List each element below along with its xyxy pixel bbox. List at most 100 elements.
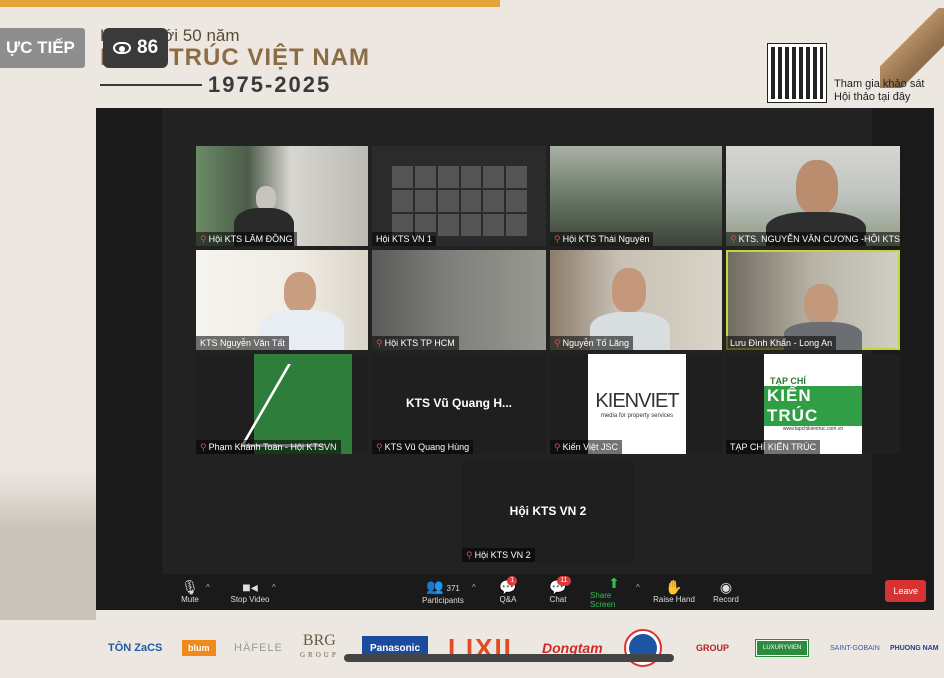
chat-badge: 11	[557, 576, 571, 586]
eye-icon	[113, 42, 131, 54]
leave-button[interactable]: Leave	[885, 580, 926, 602]
kienviet-logo-text: KIENVIET	[595, 389, 679, 412]
stop-video-label: Stop Video	[230, 595, 270, 604]
stop-video-button[interactable]: ■◂ Stop Video	[228, 574, 272, 610]
share-options-caret[interactable]: ^	[636, 583, 640, 592]
sponsor-strip: TÔN ZaCS blum HÄFELE BRG GROUP Panasonic …	[96, 618, 944, 678]
mic-off-icon: ⚲	[554, 234, 561, 244]
participant-name: Hội KTS LÂM ĐỒNG	[208, 234, 293, 244]
record-icon: ◉	[719, 579, 733, 595]
participant-placeholder: Hội KTS VN 2	[509, 504, 587, 518]
live-badge: ỰC TIẾP	[0, 28, 85, 68]
mic-off-icon: ⚲	[554, 338, 561, 348]
sponsor-ton-zacs: TÔN ZaCS	[108, 642, 163, 654]
participant-name: KTS. NGUYỄN VĂN CƯƠNG -HỘI KTS TN	[738, 234, 900, 244]
city-silhouette	[0, 470, 96, 620]
gallery-view: ⚲ Hội KTS LÂM ĐỒNG Hội KTS VN 1 ⚲ Hội KTS …	[162, 108, 900, 610]
mute-label: Mute	[181, 595, 199, 604]
video-tile-active-speaker[interactable]: Lưu Đình Khẩn - Long An	[726, 250, 900, 350]
tapchi-logo-top: TẠP CHÍ	[770, 376, 806, 386]
qa-button[interactable]: 💬 1 Q&A	[496, 574, 520, 610]
video-tile[interactable]: ⚲ Phạm Khánh Toàn - Hội KTSVN	[196, 354, 368, 454]
video-tile[interactable]: Hội KTS VN 2 ⚲ Hội KTS VN 2	[462, 462, 634, 562]
record-label: Record	[713, 595, 739, 604]
title-rule	[100, 84, 202, 86]
mute-options-caret[interactable]: ^	[206, 583, 210, 592]
mic-off-icon: ⚲	[376, 338, 383, 348]
raise-hand-label: Raise Hand	[653, 595, 695, 604]
video-tile[interactable]: TẠP CHÍ KIẾN TRÚC www.tapchikientruc.com…	[726, 354, 900, 454]
mic-off-icon: ⚲	[200, 442, 207, 452]
sponsor-phuong-nam: PHUONG NAM	[890, 644, 939, 652]
participants-icon: 👥 371	[426, 578, 460, 594]
hoi-kts-logo	[254, 354, 352, 454]
sponsor-luxury: LUXURYVIEN	[754, 639, 810, 657]
tapchi-logo-main: KIẾN TRÚC	[764, 386, 862, 426]
sponsor-brg: BRG GROUP	[300, 632, 339, 662]
chat-icon: 💬 11	[549, 576, 571, 595]
video-tile[interactable]: ⚲ Hội KTS Thái Nguyên	[550, 146, 722, 246]
video-tile[interactable]: Hội KTS VN 1	[372, 146, 546, 246]
video-tile[interactable]: ⚲ Hội KTS LÂM ĐỒNG	[196, 146, 368, 246]
participant-name: Nguyễn Tố Lăng	[562, 338, 629, 348]
participants-button[interactable]: 👥 371 Participants	[418, 574, 468, 610]
survey-line2: Hội thảo tại đây	[834, 91, 911, 103]
video-tile[interactable]: KIENVIET media for property services ⚲ Ki…	[550, 354, 722, 454]
mic-off-icon: ⚲	[730, 234, 737, 244]
video-tile[interactable]: ⚲ KTS. NGUYỄN VĂN CƯƠNG -HỘI KTS TN	[726, 146, 900, 246]
participant-name: Kiến Việt JSC	[562, 442, 618, 452]
sponsor-brg-name: BRG	[302, 632, 336, 649]
participants-options-caret[interactable]: ^	[472, 583, 476, 592]
share-screen-label: Share Screen	[590, 590, 616, 609]
raise-hand-button[interactable]: ✋ Raise Hand	[652, 574, 696, 610]
qa-badge: 1	[507, 576, 518, 586]
chat-button[interactable]: 💬 11 Chat	[546, 574, 571, 610]
sponsor-vin-group: GROUP	[696, 643, 730, 653]
share-screen-button[interactable]: ⬆ Share Screen	[590, 574, 638, 610]
meeting-window: ⚲ Hội KTS LÂM ĐỒNG Hội KTS VN 1 ⚲ Hội KTS …	[96, 108, 934, 610]
participant-name: Hội KTS VN 1	[376, 234, 433, 244]
tapchi-logo-url: www.tapchikientruc.com.vn	[782, 426, 844, 432]
mic-off-icon: ⚲	[554, 442, 561, 452]
participant-name: Hội KTS TP HCM	[384, 338, 455, 348]
survey-line1: Tham gia khảo sát	[834, 78, 925, 90]
event-years: 1975-2025	[208, 72, 332, 97]
video-tile[interactable]: KTS Nguyễn Văn Tất	[196, 250, 368, 350]
microphone-icon: 🎙	[181, 579, 199, 595]
video-camera-icon: ■◂	[242, 579, 258, 595]
participant-name: TẠP CHÍ KIẾN TRÚC	[730, 442, 817, 452]
qa-label: Q&A	[499, 595, 517, 604]
participant-name: KTS Vũ Quang Hùng	[384, 442, 470, 452]
chat-label: Chat	[549, 595, 567, 604]
sponsor-blum: blum	[182, 640, 216, 656]
video-tile[interactable]: KTS Vũ Quang H... ⚲ KTS Vũ Quang Hùng	[372, 354, 546, 454]
home-indicator[interactable]	[344, 654, 674, 662]
mute-button[interactable]: 🎙 Mute	[178, 574, 202, 610]
top-accent-bar	[0, 0, 500, 7]
viewer-count: 86	[137, 37, 159, 58]
sponsor-saint-gobain: SAINT-GOBAIN	[830, 644, 880, 652]
mic-off-icon: ⚲	[376, 442, 383, 452]
qr-code[interactable]	[767, 43, 827, 103]
participant-name: Hội KTS Thái Nguyên	[562, 234, 650, 244]
participant-name: Lưu Đình Khẩn - Long An	[730, 338, 833, 348]
corner-decoration	[880, 8, 944, 88]
video-tile[interactable]: ⚲ Hội KTS TP HCM	[372, 250, 546, 350]
video-tile[interactable]: ⚲ Nguyễn Tố Lăng	[550, 250, 722, 350]
record-button[interactable]: ◉ Record	[710, 574, 742, 610]
participants-count: 371	[446, 584, 460, 593]
viewer-count-badge: 86	[103, 28, 169, 68]
survey-caption: Tham gia khảo sát Hội thảo tại đây	[834, 78, 925, 104]
participants-label: Participants	[422, 596, 464, 605]
sponsor-brg-sub: GROUP	[300, 651, 339, 659]
share-screen-icon: ⬆	[608, 574, 620, 591]
mic-off-icon: ⚲	[466, 550, 473, 560]
meeting-toolbar: 🎙 Mute ^ ■◂ Stop Video ^ 👥 371 Participan…	[96, 574, 934, 610]
participant-placeholder: KTS Vũ Quang H...	[405, 396, 512, 410]
participant-name: Hội KTS VN 2	[474, 550, 531, 560]
qa-icon: 💬 1	[499, 576, 518, 595]
hand-icon: ✋	[665, 579, 683, 595]
participant-name: Phạm Khánh Toàn - Hội KTSVN	[208, 442, 337, 452]
video-options-caret[interactable]: ^	[272, 583, 276, 592]
kienviet-logo-subtext: media for property services	[600, 412, 674, 419]
